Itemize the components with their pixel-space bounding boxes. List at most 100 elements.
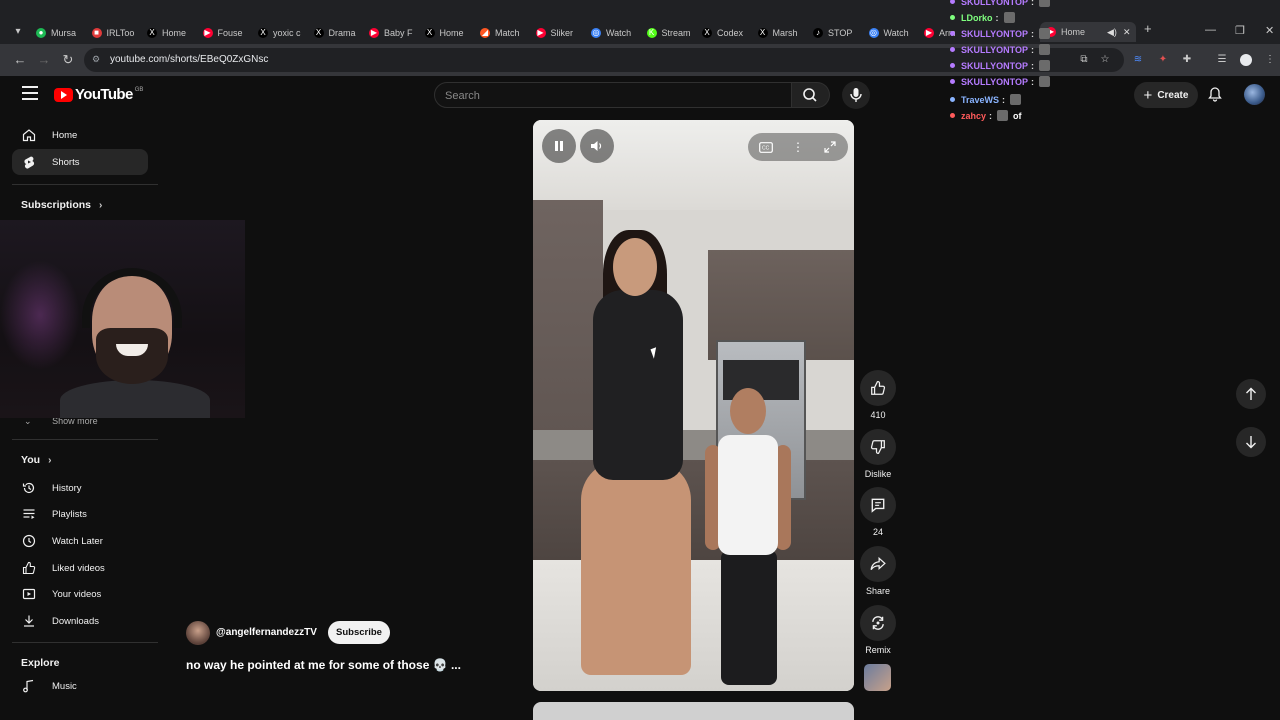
tab-label: Watch [883,28,909,38]
browser-tab[interactable]: ▶ Sliker [535,24,586,42]
browser-tab[interactable]: X Home [147,24,197,42]
search-input[interactable]: Search [434,82,792,108]
sidebar-item-home[interactable]: Home [12,122,148,148]
sidebar-item-shorts[interactable]: Shorts [12,149,148,175]
account-avatar[interactable] [1244,84,1265,105]
sidebar-item-liked-videos[interactable]: Liked videos [12,555,148,581]
chat-platform-dot-icon [950,63,955,68]
subscribe-button[interactable]: Subscribe [328,621,390,644]
browser-tab[interactable]: ◎ Watch [868,24,919,42]
browser-tab[interactable]: X Codex [702,24,752,42]
tab-favicon-icon: X [147,28,157,38]
extensions-puzzle-icon[interactable]: ✚ [1181,54,1193,66]
shorts-video-player[interactable]: CC ⋮ [533,120,854,691]
youtube-logo[interactable]: YouTube GB [54,86,143,103]
dislike-button[interactable] [860,429,896,465]
fullscreen-icon [824,141,836,153]
minimize-icon[interactable]: — [1205,24,1216,36]
channel-avatar[interactable] [186,621,210,645]
browser-tab[interactable]: X Marsh [757,24,808,42]
tab-search-icon[interactable]: ▾ [10,24,26,40]
thumbs-down-icon [870,440,885,455]
browser-tab[interactable]: ● Mursa [36,24,86,42]
site-info-icon[interactable]: ⚙ [92,54,100,65]
sidebar-item-playlists[interactable]: Playlists [12,501,148,527]
browser-tab[interactable]: K Stream [646,24,697,42]
chat-platform-dot-icon [950,113,955,118]
comments-button[interactable] [860,487,896,523]
shorts-icon [21,154,37,170]
comments-action[interactable]: 24 [858,487,898,537]
back-icon[interactable]: ← [12,52,28,68]
close-window-icon[interactable]: ✕ [1265,24,1274,37]
browser-tab[interactable]: ▶ Baby F [369,24,419,42]
video-woman-outfit [593,290,683,480]
restore-icon[interactable]: ❐ [1235,24,1245,37]
tab-favicon-icon: ♪ [813,28,823,38]
browser-tab[interactable]: ◢ Match [480,24,530,42]
share-button[interactable] [860,546,896,582]
browser-tab[interactable]: X Home [424,24,475,42]
new-tab-button[interactable]: + [1144,21,1152,36]
tab-label: Home [162,28,187,38]
voice-search-button[interactable] [842,81,870,109]
download-icon [21,613,37,629]
search-button[interactable] [792,82,830,108]
notifications-bell-icon[interactable] [1207,86,1223,102]
tab-favicon-icon: ◎ [591,28,601,38]
explore-heading: Explore [21,657,60,669]
previous-short-button[interactable] [1236,379,1266,409]
thumbs-up-icon [871,380,886,395]
thumbs-up-icon [21,560,37,576]
sidebar-item-watch-later[interactable]: Watch Later [12,528,148,554]
close-tab-icon[interactable]: ✕ [1123,27,1131,38]
bookmark-star-icon[interactable]: ☆ [1099,54,1111,66]
remix-button[interactable] [860,605,896,641]
volume-button[interactable] [580,129,614,163]
tab-favicon-icon: ▶ [202,28,213,38]
browser-tab[interactable]: ▶ Fouse [202,24,253,42]
forward-icon[interactable]: → [36,52,52,68]
browser-menu-icon[interactable]: ⋮ [1264,54,1276,66]
chat-emote-icon [1039,76,1051,87]
sound-thumbnail[interactable] [864,664,891,691]
short-caption[interactable]: no way he pointed at me for some of thos… [186,658,461,672]
tab-favicon-icon: K [646,28,657,38]
next-short-preview[interactable] [533,702,854,720]
browser-tab[interactable]: Xyoxic c [258,24,308,42]
reading-list-icon[interactable]: ☰ [1216,54,1228,66]
subscriptions-heading[interactable]: Subscriptions › [21,199,102,211]
extension-2-icon[interactable]: ✦ [1157,54,1169,66]
more-options-button[interactable]: ⋮ [785,134,811,160]
sidebar-item-downloads[interactable]: Downloads [12,608,148,634]
remix-action[interactable]: Remix [858,605,898,655]
next-short-button[interactable] [1236,427,1266,457]
tab-active[interactable]: ▶ Home ◀) ✕ [1040,22,1137,42]
like-action[interactable]: 410 [858,370,898,420]
browser-tab[interactable]: ♪ STOP [813,24,863,42]
reload-icon[interactable]: ↻ [60,52,76,68]
search-icon [803,88,817,102]
sidebar-item-music[interactable]: Music [12,673,148,699]
clock-icon [21,533,37,549]
chat-separator: : [1031,28,1035,39]
create-button[interactable]: + Create [1134,82,1198,108]
like-button[interactable] [860,370,896,406]
menu-hamburger-icon[interactable] [22,86,38,100]
you-heading[interactable]: You › [21,454,51,466]
dislike-action[interactable]: Dislike [858,429,898,479]
sidebar-item-history[interactable]: History [12,475,148,501]
pause-button[interactable] [542,129,576,163]
video-man-pants [721,550,777,685]
browser-tab[interactable]: ■ IRLToo [91,24,142,42]
profile-icon[interactable] [1240,54,1252,66]
install-app-icon[interactable]: ⧉ [1078,54,1090,66]
extension-icon[interactable]: ≋ [1132,54,1144,66]
browser-tab[interactable]: ◎ Watch [591,24,641,42]
channel-name[interactable]: @angelfernandezzTV [216,627,317,638]
browser-tab[interactable]: X Drama [313,24,364,42]
captions-button[interactable]: CC [753,134,779,160]
sidebar-item-your-videos[interactable]: Your videos [12,581,148,607]
share-action[interactable]: Share [858,546,898,596]
fullscreen-button[interactable] [817,134,843,160]
